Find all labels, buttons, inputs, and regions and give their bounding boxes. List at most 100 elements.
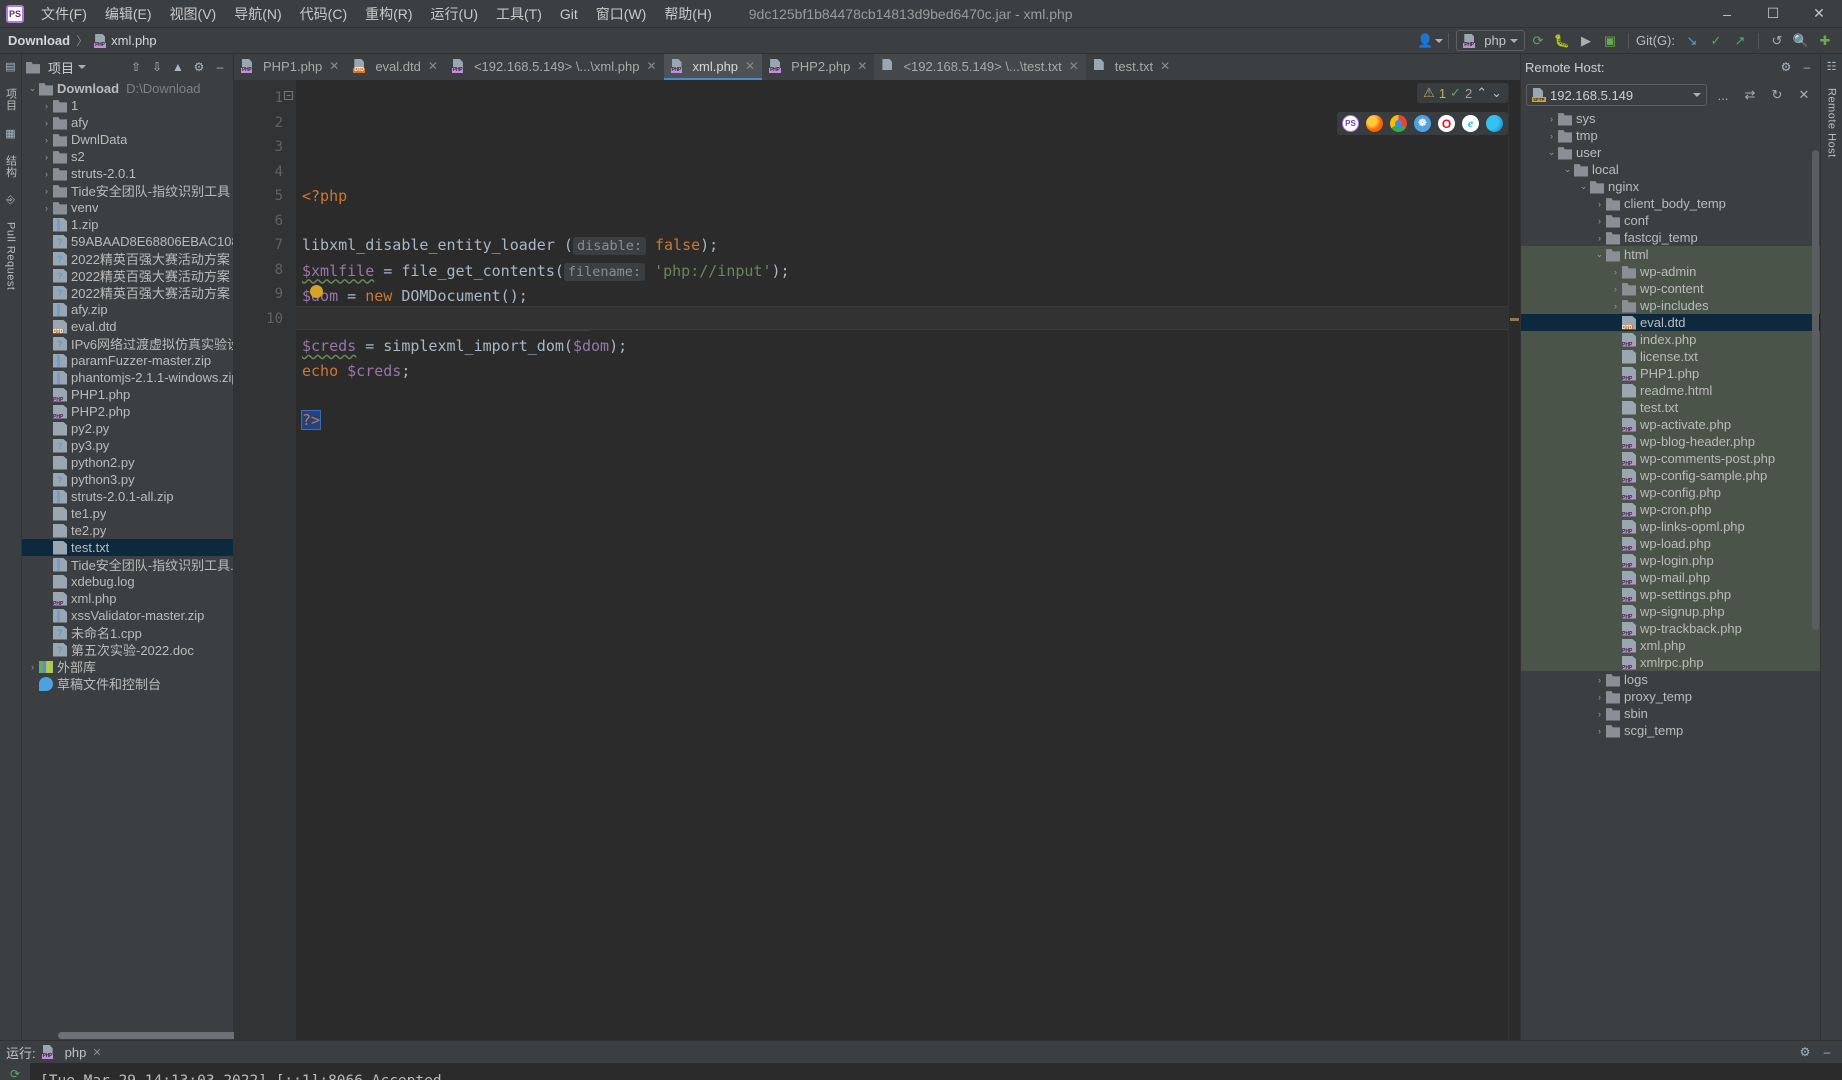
- remote-tree-item[interactable]: index.php: [1521, 331, 1820, 348]
- menu-tools[interactable]: 工具(T): [487, 1, 551, 27]
- editor-tab-php1.php[interactable]: PHP PHP1.php ✕: [234, 54, 346, 80]
- tree-expand-icon[interactable]: ›: [1545, 131, 1558, 141]
- menu-edit[interactable]: 编辑(E): [96, 1, 161, 27]
- remote-tree-item[interactable]: wp-mail.php: [1521, 569, 1820, 586]
- project-tree-item[interactable]: 草稿文件和控制台: [22, 675, 233, 692]
- project-tree-item[interactable]: 未命名1.cpp: [22, 624, 233, 641]
- project-tree-item[interactable]: › 外部库: [22, 658, 233, 675]
- remote-tree-item[interactable]: wp-cron.php: [1521, 501, 1820, 518]
- remote-tree-item[interactable]: wp-trackback.php: [1521, 620, 1820, 637]
- project-tree-item[interactable]: 2022精英百强大赛活动方案（含附件: [22, 250, 233, 267]
- user-icon[interactable]: 👤: [1417, 30, 1444, 52]
- project-chevron-down-icon[interactable]: [78, 65, 87, 69]
- line-number[interactable]: 10: [234, 307, 296, 332]
- project-tree-item[interactable]: paramFuzzer-master.zip: [22, 352, 233, 369]
- tree-expand-icon[interactable]: ›: [1593, 199, 1606, 209]
- chrome-icon[interactable]: [1390, 115, 1407, 132]
- remote-tree-item[interactable]: wp-activate.php: [1521, 416, 1820, 433]
- host-chevron-down-icon[interactable]: [1693, 93, 1701, 97]
- project-tree-item[interactable]: PHP1.php: [22, 386, 233, 403]
- close-tab-icon[interactable]: ✕: [1160, 59, 1170, 73]
- run-hide-icon[interactable]: –: [1818, 1043, 1836, 1061]
- project-tree-item[interactable]: py2.py: [22, 420, 233, 437]
- project-tree-item[interactable]: python3.py: [22, 471, 233, 488]
- remote-tree-item[interactable]: › tmp: [1521, 127, 1820, 144]
- remote-tree-item[interactable]: wp-signup.php: [1521, 603, 1820, 620]
- menu-window[interactable]: 窗口(W): [587, 1, 656, 27]
- remote-host-selector[interactable]: SFTP 192.168.5.149: [1526, 84, 1707, 106]
- close-tab-icon[interactable]: ✕: [646, 59, 656, 73]
- project-tree-item[interactable]: xssValidator-master.zip: [22, 607, 233, 624]
- structure-icon[interactable]: ▦: [3, 125, 19, 141]
- tree-expand-icon[interactable]: ›: [40, 169, 53, 179]
- firefox-icon[interactable]: [1366, 115, 1383, 132]
- breadcrumb-project[interactable]: Download: [8, 33, 70, 48]
- intention-bulb-icon[interactable]: [310, 284, 323, 298]
- close-remote-icon[interactable]: ✕: [1793, 84, 1815, 106]
- error-stripe-mark[interactable]: [1510, 318, 1519, 321]
- remote-tree-item[interactable]: wp-settings.php: [1521, 586, 1820, 603]
- remote-tree-item[interactable]: › sbin: [1521, 705, 1820, 722]
- remote-tree-scrollbar[interactable]: [1812, 150, 1819, 630]
- project-tree-item[interactable]: struts-2.0.1-all.zip: [22, 488, 233, 505]
- remote-tree-item[interactable]: › fastcgi_temp: [1521, 229, 1820, 246]
- line-number[interactable]: 8: [234, 258, 296, 283]
- project-tree-item[interactable]: IPv6网络过渡虚拟仿真实验设计与实: [22, 335, 233, 352]
- project-tree-item[interactable]: ⌄ Download D:\Download: [22, 80, 233, 97]
- project-tree-item[interactable]: 1.zip: [22, 216, 233, 233]
- close-tab-icon[interactable]: ✕: [857, 59, 867, 73]
- tree-expand-icon[interactable]: ⌄: [1561, 164, 1574, 175]
- tree-expand-icon[interactable]: ›: [1593, 233, 1606, 243]
- tree-expand-icon[interactable]: ›: [1545, 114, 1558, 124]
- remote-file-tree[interactable]: › sys › tmp ⌄ user ⌄ local ⌄ nginx › client_body_te…: [1521, 110, 1820, 1040]
- code-fold-icon[interactable]: −: [284, 91, 293, 100]
- tree-expand-icon[interactable]: ⌄: [26, 83, 39, 94]
- project-tree-item[interactable]: te2.py: [22, 522, 233, 539]
- editor-tab-php2.php[interactable]: PHP PHP2.php ✕: [762, 54, 874, 80]
- ps-icon[interactable]: PS: [1342, 115, 1359, 132]
- scroll-from-source-icon[interactable]: ▲: [169, 58, 187, 76]
- browse-remote-button[interactable]: ...: [1712, 84, 1734, 106]
- menu-run[interactable]: 运行(U): [422, 1, 487, 27]
- debug-icon[interactable]: 🐛: [1551, 30, 1573, 52]
- breadcrumb-file[interactable]: xml.php: [111, 33, 157, 48]
- project-tree-item[interactable]: xdebug.log: [22, 573, 233, 590]
- project-file-tree[interactable]: ⌄ Download D:\Download › 1 › afy › DwnlData › s2 › s…: [22, 80, 233, 1030]
- project-tree-item[interactable]: › s2: [22, 148, 233, 165]
- remote-tree-item[interactable]: wp-config.php: [1521, 484, 1820, 501]
- close-tab-icon[interactable]: ✕: [745, 59, 755, 73]
- project-tree-item[interactable]: › venv: [22, 199, 233, 216]
- project-tree-item[interactable]: test.txt: [22, 539, 233, 556]
- menu-refactor[interactable]: 重构(R): [356, 1, 421, 27]
- tree-expand-icon[interactable]: ›: [40, 186, 53, 196]
- project-tree-item[interactable]: 2022精英百强大赛活动方案（通知附: [22, 284, 233, 301]
- maximize-button[interactable]: ☐: [1750, 0, 1796, 28]
- line-number[interactable]: 3: [234, 135, 296, 160]
- download-icon[interactable]: ⇩: [148, 58, 166, 76]
- remote-tree-item[interactable]: wp-comments-post.php: [1521, 450, 1820, 467]
- remote-tree-item[interactable]: PHP1.php: [1521, 365, 1820, 382]
- menu-navigate[interactable]: 导航(N): [225, 1, 290, 27]
- run-tab-label[interactable]: php: [65, 1045, 87, 1060]
- menu-code[interactable]: 代码(C): [291, 1, 356, 27]
- opera-icon[interactable]: O: [1438, 115, 1455, 132]
- remote-tree-item[interactable]: › wp-content: [1521, 280, 1820, 297]
- project-tree-item[interactable]: eval.dtd: [22, 318, 233, 335]
- remote-tree-item[interactable]: readme.html: [1521, 382, 1820, 399]
- pull-request-icon[interactable]: ⎆: [3, 192, 19, 208]
- project-settings-icon[interactable]: ⚙: [190, 58, 208, 76]
- tool-window-project-label[interactable]: 项目: [3, 84, 19, 115]
- remote-tree-item[interactable]: › logs: [1521, 671, 1820, 688]
- tool-window-structure-label[interactable]: 结构: [3, 151, 19, 182]
- tree-expand-icon[interactable]: ›: [1593, 726, 1606, 736]
- tree-expand-icon[interactable]: ›: [40, 118, 53, 128]
- run-with-coverage-icon[interactable]: ▶: [1575, 30, 1597, 52]
- safari-icon[interactable]: ☸: [1414, 115, 1431, 132]
- remote-tree-item[interactable]: wp-login.php: [1521, 552, 1820, 569]
- remote-tree-item[interactable]: › proxy_temp: [1521, 688, 1820, 705]
- refresh-icon[interactable]: ↻: [1766, 84, 1788, 106]
- project-tree-item[interactable]: › afy: [22, 114, 233, 131]
- remote-tree-item[interactable]: wp-links-opml.php: [1521, 518, 1820, 535]
- remote-tree-item[interactable]: › wp-admin: [1521, 263, 1820, 280]
- project-tree-item[interactable]: 59ABAAD8E68806EBAC108BD69: [22, 233, 233, 250]
